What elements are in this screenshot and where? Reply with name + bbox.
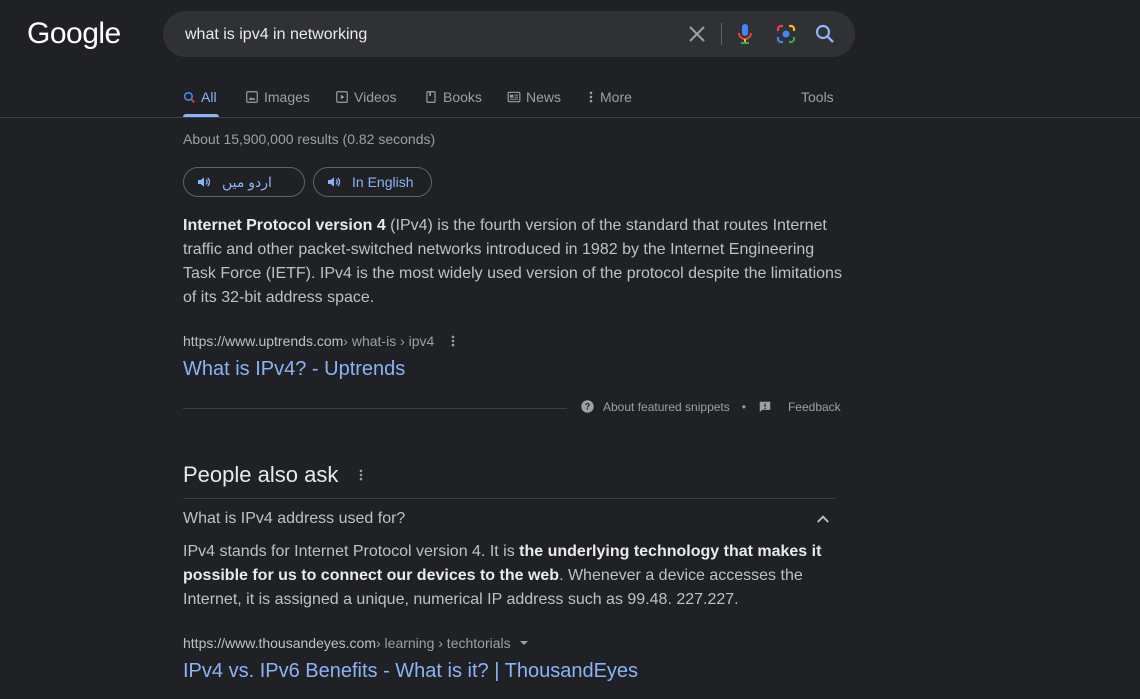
tab-label: Images [264, 89, 310, 105]
pill-label: In English [352, 174, 414, 190]
book-icon [426, 91, 436, 103]
tab-more[interactable]: More [587, 78, 632, 116]
tab-all[interactable]: All [183, 78, 219, 117]
more-options-icon[interactable] [450, 334, 456, 348]
feedback-icon [759, 401, 771, 412]
listen-english-button[interactable]: In English [313, 167, 432, 197]
image-icon [246, 91, 258, 103]
featured-snippet-text: Internet Protocol version 4 (IPv4) is th… [183, 214, 843, 310]
paa-title: People also ask [183, 462, 339, 487]
play-icon [336, 91, 348, 103]
search-icon[interactable] [813, 22, 837, 46]
more-vert-icon [589, 91, 593, 103]
snippet-divider [183, 408, 567, 409]
result-title-link[interactable]: What is IPv4? - Uptrends [183, 358, 405, 381]
people-also-ask-heading: People also ask [183, 462, 364, 488]
result-stats: About 15,900,000 results (0.82 seconds) [183, 131, 436, 147]
cite-path: › learning › techtorials [376, 635, 511, 651]
tab-news[interactable]: News [507, 78, 561, 116]
chevron-up-icon[interactable] [814, 512, 832, 526]
tab-label: All [201, 89, 217, 105]
search-icon [183, 91, 195, 103]
speaker-icon [198, 177, 211, 187]
listen-urdu-button[interactable]: اردو میں [183, 167, 305, 197]
paa-answer: IPv4 stands for Internet Protocol versio… [183, 540, 835, 612]
tab-label: Books [443, 89, 482, 105]
featured-snippet-footer: ? About featured snippets • Feedback [580, 399, 841, 414]
tab-books[interactable]: Books [424, 78, 482, 116]
tab-label: Videos [354, 89, 397, 105]
news-icon [507, 91, 521, 103]
cite-domain: https://www.thousandeyes.com [183, 635, 376, 651]
result-cite: https://www.uptrends.com › what-is › ipv… [183, 333, 456, 349]
tools-button[interactable]: Tools [801, 78, 834, 116]
svg-text:?: ? [585, 402, 590, 412]
search-tabs: All Images Videos Books News More Tools [183, 78, 843, 118]
help-icon: ? [581, 400, 594, 413]
answer-text: IPv4 stands for Internet Protocol versio… [183, 543, 520, 560]
paa-question[interactable]: What is IPv4 address used for? [183, 510, 405, 528]
search-box [163, 11, 855, 59]
search-input[interactable] [183, 11, 667, 59]
paa-divider [183, 498, 835, 499]
result-cite: https://www.thousandeyes.com › learning … [183, 635, 529, 651]
microphone-icon[interactable] [733, 22, 757, 46]
cite-path: › what-is › ipv4 [343, 333, 435, 349]
caret-down-icon[interactable] [519, 638, 529, 648]
cite-domain: https://www.uptrends.com [183, 333, 344, 349]
tab-images[interactable]: Images [245, 78, 310, 116]
clear-icon[interactable] [685, 22, 709, 46]
tab-label: More [600, 89, 632, 105]
tab-label: News [526, 89, 562, 105]
about-snippets-link[interactable]: About featured snippets [603, 400, 730, 414]
google-logo[interactable]: Google [27, 17, 121, 51]
tab-videos[interactable]: Videos [335, 78, 397, 116]
snippet-bold: Internet Protocol version 4 [183, 217, 386, 234]
footer-bullet: • [741, 399, 746, 414]
more-options-icon[interactable] [358, 468, 364, 482]
pill-label: اردو میں [222, 173, 272, 190]
tabs-divider [0, 117, 1140, 118]
lens-icon[interactable] [774, 22, 798, 46]
speaker-icon [328, 177, 341, 187]
feedback-link[interactable]: Feedback [788, 400, 841, 414]
result-title-link[interactable]: IPv4 vs. IPv6 Benefits - What is it? | T… [183, 660, 638, 683]
tools-label: Tools [801, 89, 834, 105]
search-divider [721, 23, 722, 45]
